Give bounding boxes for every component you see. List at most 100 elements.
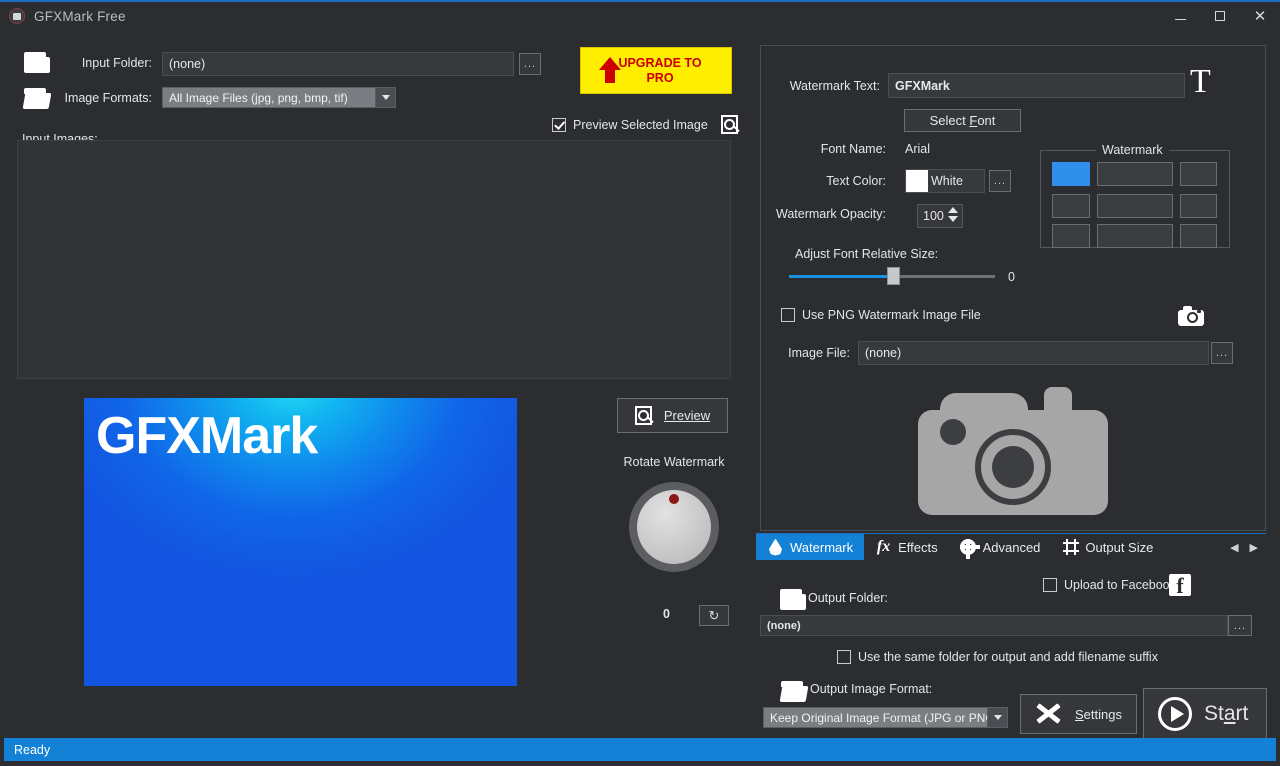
tab-watermark-label: Watermark — [790, 539, 854, 555]
image-file-browse-button[interactable]: ... — [1211, 342, 1233, 364]
position-cell-middle-right[interactable] — [1180, 194, 1217, 218]
preview-selected-image-checkbox[interactable] — [552, 118, 566, 132]
tools-icon — [1035, 701, 1063, 727]
select-font-label: Select Font — [929, 113, 996, 128]
text-color-browse-button[interactable]: ... — [989, 170, 1011, 192]
tab-effects-label: Effects — [898, 539, 938, 555]
input-folder-browse-button[interactable]: ... — [519, 53, 541, 75]
use-png-watermark-checkbox[interactable] — [781, 308, 795, 322]
watermark-text-input[interactable]: GFXMark — [888, 73, 1185, 98]
watermark-image-preview — [760, 372, 1266, 529]
output-folder-browse-button[interactable]: ... — [1228, 615, 1252, 636]
output-folder-icon — [780, 589, 806, 610]
tab-next-button[interactable]: ▶ — [1250, 541, 1258, 554]
output-format-value: Keep Original Image Format (JPG or PNG) — [770, 710, 999, 725]
input-images-list[interactable] — [17, 140, 731, 379]
font-name-value: Arial — [905, 142, 931, 156]
tab-output-size[interactable]: Output Size — [1051, 534, 1164, 560]
image-formats-label: Image Formats: — [64, 91, 152, 105]
text-color-field[interactable]: White — [905, 169, 985, 193]
position-cell-top-center[interactable] — [1097, 162, 1173, 186]
application-window: GFXMark Free ✕ Input Folder: (none) ... … — [0, 0, 1280, 766]
text-color-swatch[interactable] — [906, 170, 928, 192]
preview-button[interactable]: Preview — [617, 398, 728, 433]
select-font-button[interactable]: Select Font — [904, 109, 1021, 132]
app-icon — [9, 8, 25, 24]
magnifier-icon[interactable] — [720, 115, 741, 135]
tab-output-size-label: Output Size — [1085, 539, 1154, 555]
position-cell-middle-center[interactable] — [1097, 194, 1173, 218]
input-folder-field[interactable]: (none) — [162, 52, 514, 76]
status-bar: Ready — [4, 738, 1276, 761]
upload-facebook-row: Upload to Facebook — [1043, 578, 1176, 592]
preview-selected-image-row: Preview Selected Image — [552, 115, 741, 135]
tab-bar: Watermark fx Effects Advanced Output Siz… — [756, 533, 1266, 560]
watermark-position-group: Watermark — [1040, 143, 1230, 248]
preview-watermark-text: GFXMark — [96, 407, 318, 465]
adjust-font-size-value: 0 — [1008, 270, 1015, 284]
upgrade-label: UPGRADE TO PRO — [618, 55, 702, 85]
preview-selected-image-label: Preview Selected Image — [573, 118, 708, 132]
start-label: Start — [1204, 702, 1249, 725]
input-folder-label: Input Folder: — [81, 56, 152, 70]
stepper-arrows-icon[interactable] — [948, 207, 958, 222]
tab-watermark[interactable]: Watermark — [756, 534, 865, 560]
status-text: Ready — [14, 742, 51, 757]
rotate-reset-button[interactable]: ↻ — [699, 605, 729, 626]
preview-image[interactable]: GFXMark — [84, 398, 517, 686]
same-folder-row: Use the same folder for output and add f… — [837, 650, 1158, 664]
use-png-watermark-label: Use PNG Watermark Image File — [802, 308, 981, 322]
tab-navigation: ◀ ▶ — [1230, 534, 1266, 560]
position-cell-bottom-center[interactable] — [1097, 224, 1173, 248]
chevron-down-icon[interactable] — [987, 708, 1007, 727]
upload-facebook-label: Upload to Facebook — [1064, 578, 1176, 592]
image-file-field[interactable]: (none) — [858, 341, 1209, 365]
position-cell-middle-left[interactable] — [1052, 194, 1090, 218]
facebook-icon[interactable]: f — [1169, 573, 1191, 598]
play-icon — [1158, 697, 1192, 731]
title-bar: GFXMark Free ✕ — [0, 0, 1280, 30]
rotate-watermark-label: Rotate Watermark — [623, 455, 725, 469]
same-folder-checkbox[interactable] — [837, 650, 851, 664]
tab-prev-button[interactable]: ◀ — [1230, 541, 1238, 554]
position-cell-bottom-left[interactable] — [1052, 224, 1090, 248]
position-cell-bottom-right[interactable] — [1180, 224, 1217, 248]
camera-icon[interactable] — [1178, 306, 1204, 326]
tab-effects[interactable]: fx Effects — [864, 534, 949, 560]
close-button[interactable]: ✕ — [1240, 1, 1280, 31]
adjust-font-size-slider[interactable] — [789, 267, 995, 285]
output-format-select[interactable]: Keep Original Image Format (JPG or PNG) — [763, 707, 1008, 728]
settings-button[interactable]: Settings — [1020, 694, 1137, 734]
output-folder-field[interactable]: (none) — [760, 615, 1228, 636]
droplet-icon — [767, 538, 784, 556]
rotate-value: 0 — [663, 607, 670, 621]
image-formats-value: All Image Files (jpg, png, bmp, tif) — [169, 90, 348, 105]
watermark-opacity-label: Watermark Opacity: — [776, 207, 886, 221]
slider-thumb[interactable] — [887, 267, 900, 285]
window-title: GFXMark Free — [34, 8, 126, 24]
rotate-knob[interactable] — [629, 482, 719, 572]
output-format-icon — [779, 681, 809, 702]
same-folder-label: Use the same folder for output and add f… — [858, 650, 1158, 664]
start-button[interactable]: Start — [1143, 688, 1267, 740]
watermark-position-title: Watermark — [1096, 143, 1169, 157]
gear-icon — [960, 539, 981, 559]
tab-advanced-label: Advanced — [982, 539, 1041, 555]
camera-placeholder-icon — [918, 386, 1108, 515]
watermark-opacity-value: 100 — [923, 209, 944, 223]
position-cell-top-left[interactable] — [1052, 162, 1090, 186]
image-file-label: Image File: — [788, 346, 850, 360]
image-formats-select[interactable]: All Image Files (jpg, png, bmp, tif) — [162, 87, 396, 108]
use-png-watermark-row: Use PNG Watermark Image File — [781, 308, 981, 322]
maximize-button[interactable] — [1200, 1, 1240, 31]
tab-advanced[interactable]: Advanced — [949, 534, 1052, 560]
watermark-opacity-stepper[interactable]: 100 — [917, 204, 963, 228]
text-tool-icon[interactable]: T — [1190, 65, 1211, 99]
chevron-down-icon[interactable] — [375, 88, 395, 107]
upload-facebook-checkbox[interactable] — [1043, 578, 1057, 592]
facebook-glyph: f — [1176, 573, 1184, 598]
window-controls: ✕ — [1160, 1, 1280, 31]
minimize-button[interactable] — [1160, 1, 1200, 31]
position-cell-top-right[interactable] — [1180, 162, 1217, 186]
text-color-value: White — [931, 174, 963, 188]
